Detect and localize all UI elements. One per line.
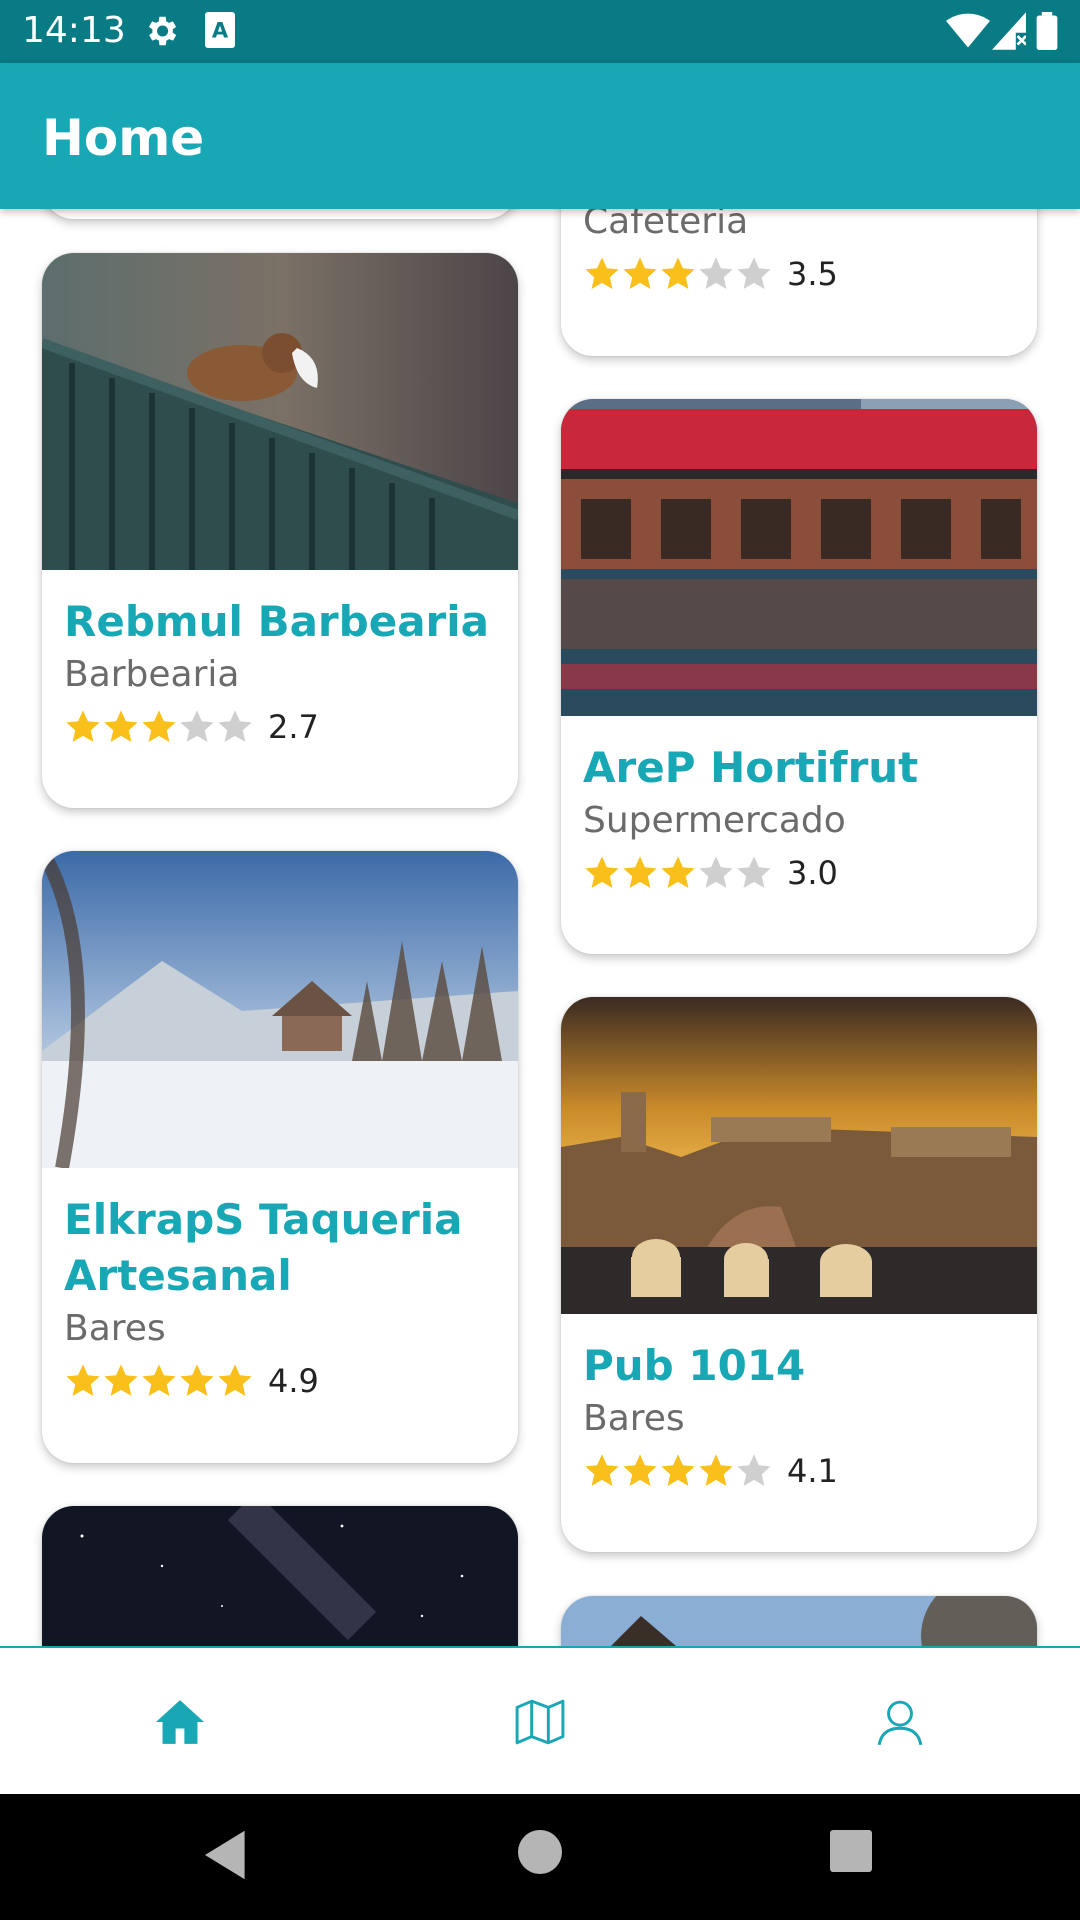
star-empty-icon <box>699 257 733 290</box>
wifi-icon <box>946 13 990 48</box>
star-rating <box>583 255 773 293</box>
star-rating <box>64 1362 254 1400</box>
place-card[interactable] <box>561 1596 1037 1646</box>
star-rating <box>64 708 254 746</box>
snow-landscape-photo <box>42 851 518 1168</box>
place-category: Cafeteria <box>583 209 749 242</box>
place-card[interactable]: ElkrapS Taqueria Artesanal Bares 4.9 <box>42 851 518 1463</box>
rating-value: 3.5 <box>787 255 838 293</box>
svg-text:A: A <box>212 19 229 43</box>
house-photo <box>561 1596 1037 1646</box>
place-category: Bares <box>64 1308 166 1349</box>
bottom-navigation <box>0 1646 1080 1796</box>
recents-icon[interactable] <box>830 1830 872 1872</box>
rating-value: 2.7 <box>268 708 319 746</box>
nav-profile[interactable] <box>720 1648 1080 1796</box>
places-grid[interactable]: Cafeteria 3.5 Rebmul Barbearia Barbearia… <box>0 209 1080 1646</box>
place-category: Bares <box>583 1398 685 1439</box>
star-filled-icon <box>104 710 138 743</box>
system-navigation-bar <box>0 1794 1080 1920</box>
star-rating <box>583 854 773 892</box>
home-icon <box>156 1700 204 1744</box>
place-card[interactable] <box>42 209 518 219</box>
place-title: Rebmul Barbearia <box>64 597 489 646</box>
rating-row: 4.9 <box>64 1354 496 1408</box>
star-filled-icon <box>623 257 657 290</box>
star-filled-icon <box>623 1454 657 1487</box>
place-title: AreP Hortifrut <box>583 743 919 792</box>
rating-row: 2.7 <box>64 700 496 754</box>
night-sky-photo <box>42 1506 518 1646</box>
status-bar: 14:13 A <box>0 0 1080 63</box>
place-title: ElkrapS Taqueria Artesanal <box>64 1195 463 1300</box>
rating-row: 3.0 <box>583 846 1015 900</box>
keyboard-a-icon: A <box>205 12 235 48</box>
app-bar: Home <box>0 63 1080 209</box>
star-empty-icon <box>180 710 214 743</box>
castle-sunset-photo <box>561 997 1037 1314</box>
star-empty-icon <box>737 257 771 290</box>
battery-icon <box>1036 12 1058 50</box>
rating-value: 3.0 <box>787 854 838 892</box>
rating-value: 4.1 <box>787 1452 838 1490</box>
star-filled-icon <box>585 856 619 889</box>
place-title: Pub 1014 <box>583 1341 806 1390</box>
place-card[interactable]: Cafeteria 3.5 <box>561 209 1037 356</box>
sparrow-photo <box>42 253 518 570</box>
star-filled-icon <box>585 1454 619 1487</box>
nav-map[interactable] <box>360 1648 720 1796</box>
star-empty-icon <box>699 856 733 889</box>
star-empty-icon <box>737 1454 771 1487</box>
star-filled-icon <box>66 1364 100 1397</box>
rating-row: 4.1 <box>583 1444 1015 1498</box>
place-card[interactable]: Rebmul Barbearia Barbearia 2.7 <box>42 253 518 808</box>
star-filled-icon <box>623 856 657 889</box>
star-filled-icon <box>104 1364 138 1397</box>
page-title: Home <box>42 109 205 167</box>
star-filled-icon <box>661 257 695 290</box>
star-filled-icon <box>661 856 695 889</box>
place-card[interactable]: AreP Hortifrut Supermercado 3.0 <box>561 399 1037 954</box>
person-icon <box>877 1700 923 1746</box>
star-filled-icon <box>699 1454 733 1487</box>
train-bridge-photo <box>561 399 1037 716</box>
map-icon <box>515 1699 565 1745</box>
place-category: Supermercado <box>583 800 846 841</box>
star-filled-icon <box>218 1364 252 1397</box>
place-card[interactable]: Pub 1014 Bares 4.1 <box>561 997 1037 1552</box>
star-rating <box>583 1452 773 1490</box>
gear-icon <box>148 16 177 46</box>
home-button-icon[interactable] <box>518 1830 562 1874</box>
star-filled-icon <box>142 1364 176 1397</box>
star-empty-icon <box>737 856 771 889</box>
star-filled-icon <box>180 1364 214 1397</box>
status-time: 14:13 <box>22 10 126 51</box>
star-filled-icon <box>661 1454 695 1487</box>
rating-row: 3.5 <box>583 247 838 301</box>
place-category: Barbearia <box>64 654 240 695</box>
star-filled-icon <box>585 257 619 290</box>
star-filled-icon <box>66 710 100 743</box>
place-card[interactable] <box>42 1506 518 1646</box>
back-icon[interactable] <box>205 1830 249 1880</box>
signal-icon <box>992 12 1026 50</box>
star-empty-icon <box>218 710 252 743</box>
star-filled-icon <box>142 710 176 743</box>
rating-value: 4.9 <box>268 1362 319 1400</box>
nav-home[interactable] <box>0 1648 360 1796</box>
